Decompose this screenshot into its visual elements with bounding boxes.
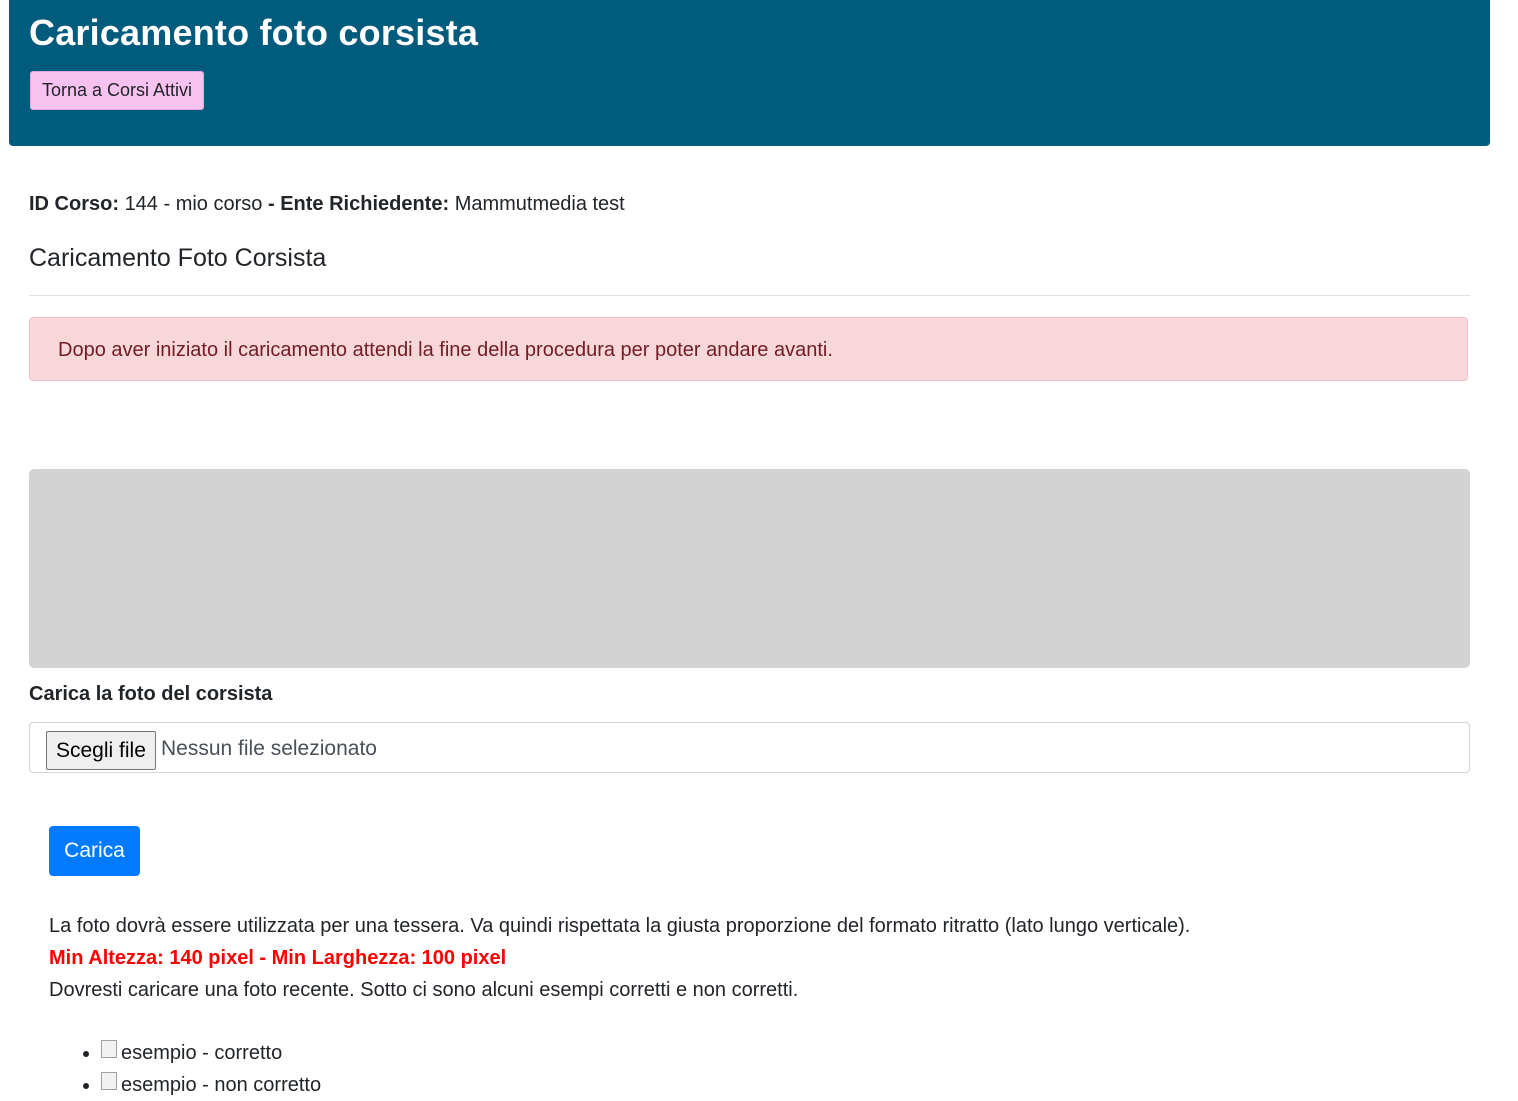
divider <box>29 295 1470 296</box>
list-item: esempio - corretto <box>101 1037 321 1069</box>
instructions: La foto dovrà essere utilizzata per una … <box>49 910 1190 1006</box>
instructions-line: La foto dovrà essere utilizzata per una … <box>49 915 1191 937</box>
examples-list: esempio - corretto esempio - non corrett… <box>49 1037 321 1101</box>
upload-button[interactable]: Carica <box>49 826 140 876</box>
course-info-separator: - <box>267 193 275 215</box>
size-requirements: Min Altezza: 140 pixel - Min Larghezza: … <box>49 947 507 969</box>
ente-value: Mammutmedia test <box>454 193 625 215</box>
list-item: esempio - non corretto <box>101 1069 321 1101</box>
file-input[interactable]: Scegli file Nessun file selezionato <box>29 722 1470 773</box>
ente-label: Ente Richiedente: <box>280 193 450 215</box>
course-id-label: ID Corso: <box>29 193 119 215</box>
file-status-text: Nessun file selezionato <box>161 737 377 760</box>
section-title: Caricamento Foto Corsista <box>29 244 327 272</box>
back-to-active-courses-button[interactable]: Torna a Corsi Attivi <box>30 71 205 110</box>
page-title: Caricamento foto corsista <box>29 12 479 53</box>
example-image: esempio <box>101 1037 197 1069</box>
course-info: ID Corso: 144 - mio corso - Ente Richied… <box>29 191 625 217</box>
example-caption: - corretto <box>196 1042 283 1064</box>
course-id-value: 144 - mio corso <box>124 193 263 215</box>
choose-file-button[interactable]: Scegli file <box>46 731 156 770</box>
upload-label: Carica la foto del corsista <box>29 683 273 705</box>
photo-preview-area <box>29 469 1470 668</box>
example-image: esempio <box>101 1069 197 1101</box>
instructions-line: Dovresti caricare una foto recente. Sott… <box>49 979 799 1001</box>
example-caption: - non corretto <box>196 1074 322 1096</box>
warning-alert: Dopo aver iniziato il caricamento attend… <box>29 317 1468 381</box>
page-header: Caricamento foto corsista Torna a Corsi … <box>9 0 1490 146</box>
